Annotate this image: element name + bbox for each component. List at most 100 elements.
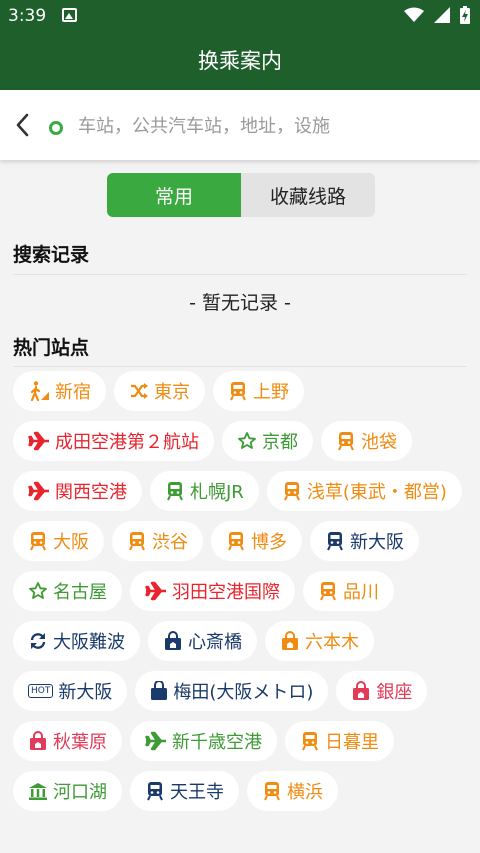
train-icon <box>325 531 345 551</box>
station-label: 大阪 <box>53 532 89 553</box>
location-dot-icon <box>49 121 63 135</box>
history-divider <box>13 274 467 275</box>
station-chip[interactable]: 関西空港 <box>13 471 142 511</box>
station-chip[interactable]: 天王寺 <box>130 771 239 811</box>
station-chip[interactable]: 京都 <box>222 421 313 461</box>
station-chip[interactable]: 新千歳空港 <box>130 721 277 761</box>
station-label: 新大阪 <box>350 532 404 553</box>
station-label: 天王寺 <box>170 782 224 803</box>
battery-icon <box>460 6 470 24</box>
star-icon <box>28 581 48 601</box>
train-icon <box>228 381 248 401</box>
station-label: 池袋 <box>361 432 397 453</box>
hot-icon: HOT <box>28 684 54 698</box>
train-icon <box>145 781 165 801</box>
station-chip[interactable]: 成田空港第２航站 <box>13 421 214 461</box>
station-label: 銀座 <box>376 682 413 703</box>
status-bar: 3:39 <box>0 0 480 32</box>
app-bar: 换乘案内 <box>0 32 480 90</box>
train-icon <box>165 481 185 501</box>
station-label: 品川 <box>343 582 379 603</box>
search-input[interactable] <box>78 108 458 144</box>
station-label: 日暮里 <box>325 732 379 753</box>
tab-frequent[interactable]: 常用 <box>107 173 241 217</box>
train-icon <box>300 731 320 751</box>
shop-icon <box>280 631 300 651</box>
station-chip[interactable]: 名古屋 <box>13 571 122 611</box>
station-label: 名古屋 <box>53 582 107 603</box>
station-chip[interactable]: 秋葉原 <box>13 721 122 761</box>
station-label: 浅草(東武・都営) <box>306 482 447 503</box>
wifi-icon <box>404 7 424 22</box>
station-chip[interactable]: 池袋 <box>321 421 412 461</box>
station-chip[interactable]: 六本木 <box>265 621 374 661</box>
station-chip[interactable]: 博多 <box>211 521 302 561</box>
station-label: 成田空港第２航站 <box>55 432 199 453</box>
station-label: 羽田空港国際 <box>172 582 280 603</box>
back-arrow-icon[interactable] <box>10 110 36 140</box>
station-chip[interactable]: 銀座 <box>336 671 428 711</box>
station-label: 河口湖 <box>53 782 107 803</box>
shop-icon <box>351 681 371 701</box>
station-chip[interactable]: 河口湖 <box>13 771 122 811</box>
popular-stations-list: 新宿 東京 上野成田空港第２航站 京都 池袋関西空港 札幌JR 浅草(東武・都営) 大阪 渋谷 博… <box>13 371 473 811</box>
station-label: 心斎橋 <box>188 632 242 653</box>
bag-icon <box>150 681 168 701</box>
station-chip[interactable]: 渋谷 <box>112 521 203 561</box>
shop-icon <box>28 731 48 751</box>
temple-icon <box>28 781 48 801</box>
plane-icon <box>145 581 167 601</box>
station-chip[interactable]: 大阪 <box>13 521 104 561</box>
status-time: 3:39 <box>8 6 47 26</box>
train-icon <box>28 531 48 551</box>
station-chip[interactable]: 新宿 <box>13 371 106 411</box>
station-label: 札幌JR <box>190 482 244 503</box>
station-chip[interactable]: 新大阪 <box>310 521 419 561</box>
station-label: 六本木 <box>305 632 359 653</box>
train-icon <box>318 581 338 601</box>
station-chip[interactable]: HOT 新大阪 <box>13 671 128 711</box>
station-label: 京都 <box>262 432 298 453</box>
train-icon <box>282 481 302 501</box>
station-chip[interactable]: 日暮里 <box>285 721 394 761</box>
station-label: 新大阪 <box>58 682 113 703</box>
train-icon <box>127 531 147 551</box>
refresh-icon <box>28 631 48 651</box>
station-label: 大阪難波 <box>53 632 125 653</box>
station-chip[interactable]: 心斎橋 <box>148 621 257 661</box>
station-chip[interactable]: 東京 <box>114 371 205 411</box>
station-chip[interactable]: 横浜 <box>247 771 338 811</box>
station-chip[interactable]: 大阪難波 <box>13 621 140 661</box>
tab-saved-routes[interactable]: 收藏线路 <box>241 173 375 217</box>
station-label: 梅田(大阪メトロ) <box>173 682 314 703</box>
station-label: 新宿 <box>55 382 91 403</box>
signal-icon <box>434 7 450 23</box>
plane-icon <box>145 731 167 751</box>
popular-divider <box>13 366 467 367</box>
station-chip[interactable]: 上野 <box>213 371 304 411</box>
station-label: 関西空港 <box>55 482 127 503</box>
history-title: 搜索记录 <box>13 244 90 266</box>
station-label: 新千歳空港 <box>172 732 262 753</box>
station-chip[interactable]: 羽田空港国際 <box>130 571 295 611</box>
shuffle-icon <box>129 381 149 401</box>
image-notification-icon <box>62 8 77 22</box>
station-label: 上野 <box>253 382 289 403</box>
station-chip[interactable]: 品川 <box>303 571 394 611</box>
station-chip[interactable]: 浅草(東武・都営) <box>266 471 462 511</box>
empty-history-text: - 暂无记录 - <box>189 292 291 314</box>
train-icon <box>226 531 246 551</box>
train-icon <box>336 431 356 451</box>
station-chip[interactable]: 札幌JR <box>150 471 259 511</box>
station-label: 渋谷 <box>152 532 188 553</box>
station-label: 横浜 <box>287 782 323 803</box>
plane-icon <box>28 431 50 451</box>
star-icon <box>237 431 257 451</box>
shop-icon <box>163 631 183 651</box>
station-label: 東京 <box>154 382 190 403</box>
page-title: 换乘案内 <box>198 49 282 73</box>
walk-icon <box>28 380 50 402</box>
status-icons <box>404 6 470 24</box>
popular-title: 热门站点 <box>13 337 90 359</box>
station-chip[interactable]: 梅田(大阪メトロ) <box>135 671 329 711</box>
